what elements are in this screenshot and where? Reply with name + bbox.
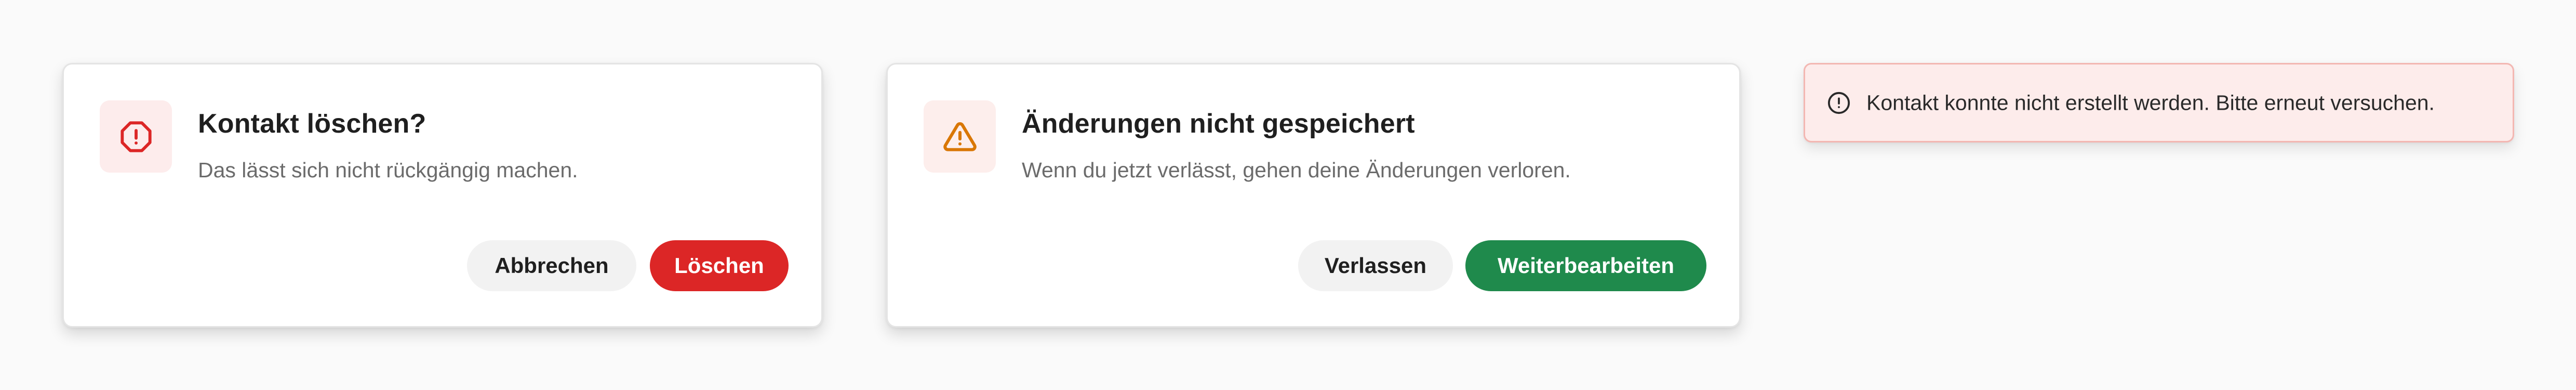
cancel-button[interactable]: Abbrechen [467,240,636,291]
octagon-alert-icon [120,121,152,152]
dialog-title: Kontakt löschen? [198,109,426,139]
delete-contact-dialog: Kontakt löschen? Das lässt sich nicht rü… [62,63,823,328]
warning-triangle-icon [943,122,977,151]
dialog-description: Das lässt sich nicht rückgängig machen. [198,158,578,182]
toast-message: Kontakt konnte nicht erstellt werden. Bi… [1866,90,2435,114]
alert-circle-icon [1827,91,1851,115]
delete-button[interactable]: Löschen [650,240,789,291]
dialog-title: Änderungen nicht gespeichert [1022,109,1415,139]
error-toast: Kontakt konnte nicht erstellt werden. Bi… [1804,63,2514,142]
leave-button[interactable]: Verlassen [1298,240,1453,291]
dialog-description: Wenn du jetzt verlässt, gehen deine Ände… [1022,158,1571,182]
warning-icon-box [924,100,996,173]
unsaved-changes-dialog: Änderungen nicht gespeichert Wenn du jet… [886,63,1741,328]
continue-editing-button[interactable]: Weiterbearbeiten [1465,240,1706,291]
delete-icon-box [100,100,172,173]
